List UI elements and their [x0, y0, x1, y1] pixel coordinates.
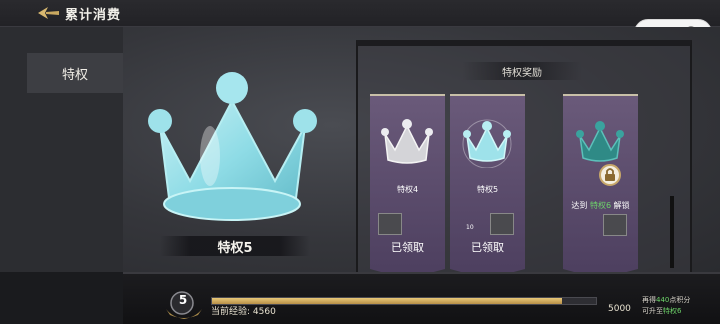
hint-middle: 点积分: [669, 296, 691, 304]
unlock-suffix: 解锁: [611, 201, 630, 210]
reward-item-icon: [603, 214, 627, 236]
reward-card-2[interactable]: 特权5 10 已领取: [450, 94, 525, 279]
crown-showcase-icon: [148, 72, 317, 221]
showcase-name: 特权5: [217, 241, 253, 256]
hint-points: 440: [656, 296, 670, 304]
tab-label: 特权: [61, 68, 88, 83]
reward-item-icon: [490, 213, 514, 235]
back-arrow-icon[interactable]: [36, 6, 60, 20]
rewards-title: 特权奖励: [502, 68, 542, 79]
lock-icon: [599, 164, 621, 186]
reward-card-1[interactable]: 特权4 已领取: [370, 94, 445, 279]
exp-max: 5000: [608, 304, 631, 314]
reward-item-icon: [378, 213, 402, 235]
unlock-level: 特权6: [589, 201, 612, 210]
exp-current: 4560: [252, 307, 276, 317]
upgrade-hint: 再得440点积分 可升至特权6: [642, 295, 718, 317]
unlock-prefix: 达到: [571, 201, 590, 210]
exp-text: 当前经验: 4560: [211, 304, 276, 317]
rewards-title-plate: 特权奖励: [462, 62, 582, 80]
card-label: 特权5: [476, 185, 499, 194]
showcase-name-plate: 特权5: [160, 236, 310, 256]
card-state: 已领取: [391, 241, 424, 254]
card-label: 特权4: [396, 185, 419, 194]
teal-crown-icon: [576, 121, 624, 162]
hint-prefix: 再得: [642, 296, 656, 304]
level-number: 5: [178, 293, 188, 307]
unlock-hint: 达到 特权6 解锁: [563, 200, 638, 211]
reward-card-3[interactable]: 达到 特权6 解锁: [563, 94, 638, 279]
reward-count: 10: [466, 224, 474, 231]
exp-label: 当前经验:: [211, 307, 251, 317]
hint-line2: 可升至: [642, 307, 663, 315]
banner-stand: [670, 196, 674, 268]
page-title: 累计消费: [65, 8, 122, 23]
silver-crown-icon: [381, 119, 433, 164]
card-state: 已领取: [471, 241, 504, 254]
hint-next-level: 特权6: [663, 307, 682, 315]
cyan-crown-icon: [462, 119, 512, 168]
tab-privilege[interactable]: 特权: [27, 53, 125, 93]
